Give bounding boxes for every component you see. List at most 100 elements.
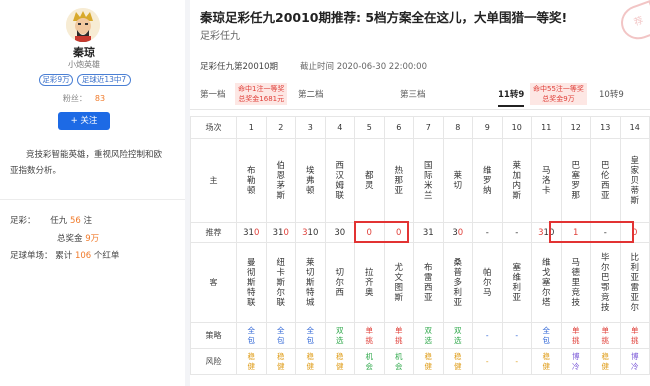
match-number-cell: 11 [531,116,562,139]
home-team: 热那亚 [394,165,403,196]
tab-tier-3[interactable]: 第三档 [400,88,426,100]
away-team-cell: 马德里竞技 [560,242,591,323]
risk-tag: 稳健 [306,351,315,371]
home-team-cell: 皇家贝蒂斯 [619,138,650,223]
match-number: 5 [366,123,372,132]
away-team-cell: 曼彻斯特联 [236,242,267,323]
home-team: 国际米兰 [423,160,433,201]
pick-value: 0 [312,227,319,238]
expert-subtitle: 小炮英雄 [68,60,100,69]
follow-button[interactable]: + 关注 [58,112,110,130]
avatar-image [66,8,100,42]
risk-cell: 稳健 [442,348,473,375]
strategy-tag: - [515,330,519,340]
match-number-cell: 2 [265,116,296,139]
home-team-cell: 热那亚 [383,138,414,223]
pick-values: - [515,228,518,238]
away-team: 布雷西亚 [423,262,433,303]
match-number-cell: 7 [413,116,444,139]
risk-tag: 稳健 [336,351,344,371]
match-number: 6 [396,123,402,132]
match-number: 9 [484,123,490,132]
away-team: 拉齐奥 [364,267,374,298]
home-team-cell: 巴塞罗那 [560,138,591,223]
home-team: 伯恩茅斯 [276,160,285,201]
strategy-tag: 单挑 [395,325,403,345]
strategy-tag: 全包 [542,325,551,345]
tab-10-to-9[interactable]: 10转9 [599,88,624,100]
home-team: 巴塞罗那 [571,160,580,201]
tab-tier-1[interactable]: 第一档 [200,88,226,100]
home-team-cell: 莱切 [442,138,473,223]
label-strategy: 策略 [190,322,237,349]
strategy-cell: 单挑 [383,322,414,349]
strategy-tag: 单挑 [572,325,580,345]
home-team: 莱切 [453,170,462,191]
match-number: 10 [511,123,522,132]
home-team: 西汉姆联 [335,160,344,201]
home-team: 埃弗顿 [305,165,315,196]
home-team: 马洛卡 [541,165,551,196]
highlight-box-5-6 [354,221,409,243]
pick-value: 0 [253,227,260,238]
match-number-cell: 5 [354,116,385,139]
article-subtitle: 足彩任九 [200,31,240,42]
home-team-cell: 国际米兰 [413,138,444,223]
highlight-box-12-14 [549,221,634,243]
avatar[interactable] [66,8,100,42]
pick-value: 0 [457,227,464,238]
away-team: 帕尔马 [482,267,492,298]
tab-11-to-9[interactable]: 11转9 [498,88,525,107]
away-team: 莱切斯特城 [305,257,315,308]
home-team-cell: 维罗纳 [472,138,503,223]
match-number: 12 [570,123,581,132]
pick-cell: 30 [442,222,473,243]
home-team-cell: 布勒顿 [236,138,267,223]
pick-values: 310 [243,228,259,238]
strategy-cell: 单挑 [590,322,621,349]
tab-tier-2[interactable]: 第二档 [298,88,324,100]
risk-cell: 稳健 [295,348,326,375]
match-number: 8 [455,123,461,132]
away-team: 维戈塞尔塔 [541,257,551,308]
match-number: 7 [425,123,431,132]
away-team: 切尔西 [335,267,344,298]
risk-cell: 稳健 [590,348,621,375]
risk-cell: 稳健 [531,348,562,375]
single-unit: 个红单 [93,251,120,261]
pick-values: - [486,228,489,238]
away-team-cell: 尤文图斯 [383,242,414,323]
home-team: 布勒顿 [246,165,256,196]
away-team-cell: 毕尔巴鄂竞技 [590,242,621,323]
strategy-cell: 全包 [265,322,296,349]
hit-badge-1-line2: 总奖金1681元 [238,95,285,103]
pick-cell: 31 [413,222,444,243]
match-number-cell: 4 [324,116,355,139]
pick-cell: - [472,222,503,243]
risk-cell: 稳健 [236,348,267,375]
risk-tag: 机会 [365,351,374,371]
pick-values: 310 [273,228,289,238]
label-away: 客 [190,242,237,323]
risk-tag: 博冷 [631,351,639,371]
pick-cell: 30 [324,222,355,243]
strategy-cell: 单挑 [560,322,591,349]
strategy-cell: 全包 [236,322,267,349]
strategy-tag: 全包 [306,325,315,345]
pick-cell: 310 [236,222,267,243]
risk-cell: - [501,348,532,375]
risk-tag: 稳健 [277,351,285,371]
pick-value: 0 [339,227,346,238]
risk-cell: 稳健 [265,348,296,375]
away-team-cell: 莱切斯特城 [295,242,326,323]
home-team-cell: 莱加内斯 [501,138,532,223]
risk-cell: 机会 [354,348,385,375]
fans-line: 粉丝： 83 [0,93,168,104]
hit-badge-1-line1: 命中1注一等奖 [238,85,285,93]
match-number-cell: 1 [236,116,267,139]
prize-label: 总奖金 [57,234,83,244]
pick-value: 0 [283,227,289,238]
home-team-cell: 埃弗顿 [295,138,326,223]
prize-stat: 总奖金 9万 [57,232,99,244]
away-team-cell: 纽卡斯尔联 [265,242,296,323]
